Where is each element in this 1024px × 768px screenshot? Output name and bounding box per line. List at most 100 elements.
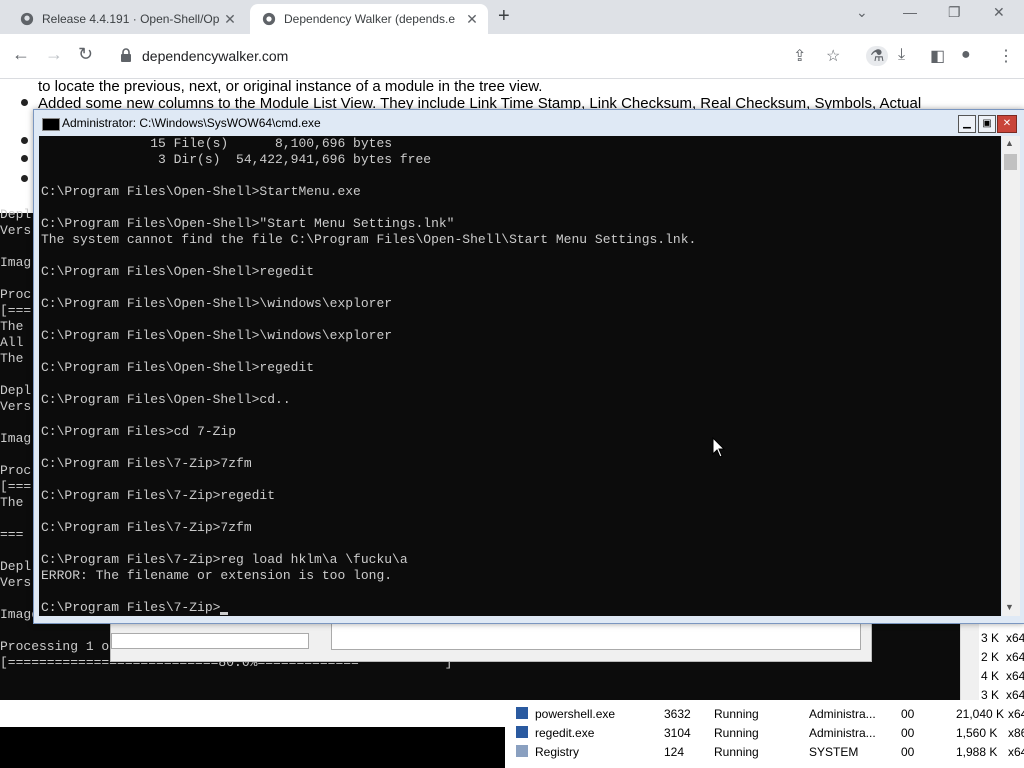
url-field[interactable]: dependencywalker.com (110, 41, 845, 71)
cmd-scrollbar[interactable]: ▲ ▼ (1002, 136, 1020, 616)
side-panel-icon[interactable]: ◧ (930, 46, 945, 66)
maximize-icon[interactable]: ▣ (978, 115, 996, 133)
background-console-line: The (0, 319, 24, 334)
process-row[interactable]: regedit.exe 3104 Running Administra... 00 1,5… (510, 724, 1024, 743)
process-arch: x64 (1006, 631, 1024, 645)
close-icon[interactable]: ✕ (997, 115, 1017, 133)
console-line: C:\Program Files\7-Zip>regedit (41, 488, 276, 503)
list-bullet (21, 137, 28, 144)
profile-avatar-icon[interactable]: ● (961, 46, 971, 64)
restore-icon[interactable]: ❐ (948, 4, 961, 21)
cmd-console-output[interactable]: 15 File(s) 8,100,696 bytes 3 Dir(s) 54,4… (39, 136, 1001, 616)
task-manager-rows: powershell.exe 3632 Running Administra... 00… (510, 703, 1024, 768)
close-icon[interactable]: ✕ (993, 4, 1005, 21)
back-icon[interactable]: ← (12, 44, 30, 65)
console-line: C:\Program Files\Open-Shell>cd.. (41, 392, 291, 407)
process-arch: x64 (1008, 707, 1024, 721)
page-text-line: to locate the previous, next, or origina… (38, 79, 543, 95)
lock-icon[interactable] (120, 48, 132, 62)
console-line: 3 Dir(s) 54,422,941,696 bytes free (41, 152, 432, 167)
background-console-line: Depl (0, 207, 32, 222)
console-line: C:\Program Files\7-Zip>reg load hklm\a \… (41, 552, 408, 567)
process-name: regedit.exe (535, 726, 595, 740)
menu-icon[interactable]: ⋮ (998, 46, 1014, 66)
extensions-icon[interactable]: ⚗ (866, 46, 889, 66)
process-user: Administra... (809, 726, 876, 740)
scroll-thumb[interactable] (1004, 154, 1017, 170)
download-icon[interactable]: ⤓ (898, 46, 905, 64)
background-console-line: Vers (0, 575, 32, 590)
console-line: 15 File(s) 8,100,696 bytes (41, 136, 393, 151)
module-list-view[interactable] (331, 621, 861, 650)
tab-dependency-walker[interactable]: Dependency Walker (depends.e ✕ (250, 4, 488, 34)
list-bullet (21, 155, 28, 162)
process-mem: 3 K (981, 688, 1000, 702)
list-bullet (21, 175, 28, 182)
address-bar: ← → ↻ dependencywalker.com ⇪ ☆ ⚗ ⤓ ◧ ● ⋮ (0, 34, 1024, 79)
background-console-line: The (0, 351, 24, 366)
process-cpu: 00 (901, 707, 915, 721)
background-console-line: All (0, 335, 24, 350)
mouse-cursor-icon (712, 437, 726, 458)
process-mem: 4 K (981, 669, 1000, 683)
cmd-window[interactable]: Administrator: C:\Windows\SysWOW64\cmd.e… (33, 109, 1024, 624)
globe-icon (262, 12, 276, 26)
process-mem: 21,040 K (956, 707, 1005, 721)
new-tab-icon[interactable]: + (498, 5, 510, 28)
process-name: Registry (535, 745, 580, 759)
minimize-icon[interactable]: ▁ (958, 115, 976, 133)
github-icon (20, 12, 34, 26)
minimize-icon[interactable]: — (903, 4, 917, 20)
scroll-up-icon[interactable]: ▲ (1005, 138, 1014, 148)
process-mem: 2 K (981, 650, 1000, 664)
cmd-icon (42, 118, 60, 131)
console-line: C:\Program Files\Open-Shell>\windows\exp… (41, 328, 393, 343)
tab-title: Dependency Walker (depends.e (284, 12, 455, 26)
process-status: Running (714, 745, 759, 759)
process-arch: x64 (1006, 688, 1024, 702)
process-status: Running (714, 707, 759, 721)
reload-icon[interactable]: ↻ (78, 44, 93, 65)
cmd-titlebar[interactable]: Administrator: C:\Windows\SysWOW64\cmd.e… (34, 110, 1024, 136)
close-tab-icon[interactable]: ✕ (220, 11, 240, 28)
tab-title: Release 4.4.191 · Open-Shell/Op (42, 12, 220, 26)
process-cpu: 00 (901, 745, 915, 759)
process-mem: 1,988 K (956, 745, 998, 759)
console-line: C:\Program Files\Open-Shell>StartMenu.ex… (41, 184, 361, 199)
cmd-title: Administrator: C:\Windows\SysWOW64\cmd.e… (62, 116, 321, 130)
tab-search-icon[interactable]: ⌄ (856, 4, 868, 21)
horizontal-scrollbar[interactable] (111, 633, 309, 649)
taskbar-band (0, 727, 505, 768)
process-mem: 3 K (981, 631, 1000, 645)
background-console-line: Imag (0, 431, 32, 446)
process-arch: x64 (1006, 669, 1024, 683)
background-console-line: [=== (0, 303, 32, 318)
scroll-down-icon[interactable]: ▼ (1005, 602, 1014, 612)
process-user: SYSTEM (809, 745, 859, 759)
share-icon[interactable]: ⇪ (793, 46, 806, 66)
process-pid: 124 (664, 745, 685, 759)
process-arch: x64 (1008, 745, 1024, 759)
close-tab-icon[interactable]: ✕ (462, 11, 482, 28)
dependency-walker-panel (110, 620, 872, 662)
background-console-line: The (0, 495, 24, 510)
process-user: Administra... (809, 707, 876, 721)
process-status: Running (714, 726, 759, 740)
console-line: C:\Program Files\Open-Shell>\windows\exp… (41, 296, 393, 311)
process-icon (516, 726, 528, 738)
forward-icon[interactable]: → (45, 44, 63, 65)
process-pid: 3632 (664, 707, 691, 721)
tab-release[interactable]: Release 4.4.191 · Open-Shell/Op ✕ (8, 4, 246, 34)
process-cpu: 00 (901, 726, 915, 740)
background-console-line: Depl (0, 559, 32, 574)
console-line: C:\Program Files>cd 7-Zip (41, 424, 237, 439)
background-console-line: Depl (0, 383, 32, 398)
console-line: C:\Program Files\7-Zip>7zfm (41, 520, 252, 535)
process-arch: x86 (1008, 726, 1024, 740)
process-row[interactable]: powershell.exe 3632 Running Administra... 00… (510, 705, 1024, 724)
process-row[interactable]: Registry 124 Running SYSTEM 00 1,988 K x64 (510, 743, 1024, 762)
process-icon (516, 745, 528, 757)
console-line: ERROR: The filename or extension is too … (41, 568, 393, 583)
process-mem: 1,560 K (956, 726, 998, 740)
bookmark-star-icon[interactable]: ☆ (826, 46, 840, 66)
